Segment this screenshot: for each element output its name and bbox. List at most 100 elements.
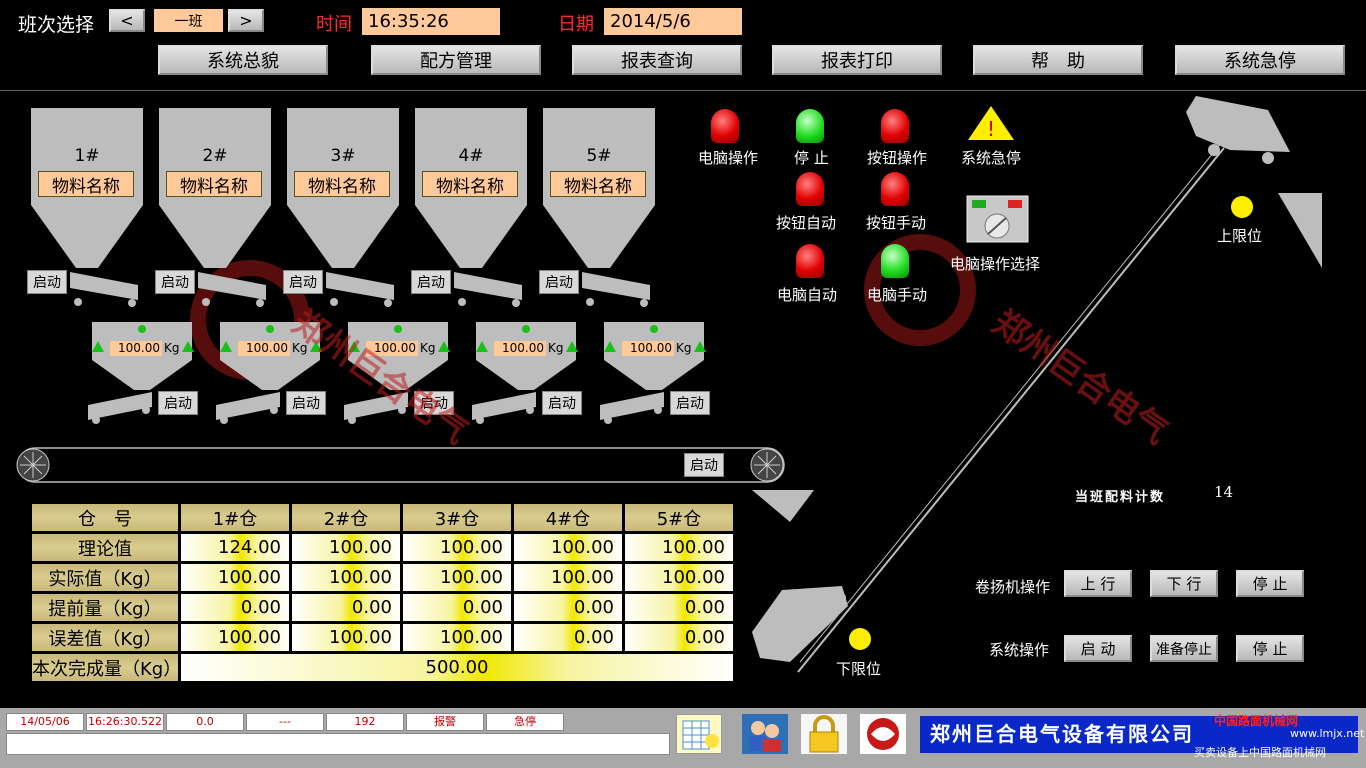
- feeder-3-start-button[interactable]: 启动: [283, 270, 323, 294]
- table-cell: 0.00: [625, 624, 733, 651]
- upper-limit-lamp: [1231, 196, 1253, 218]
- shift-count-value: 14: [1214, 483, 1234, 501]
- row-label: 误差值（Kg）: [32, 624, 178, 651]
- pc-auto-lamp: [796, 244, 824, 278]
- winch-stop-button[interactable]: 停 止: [1236, 570, 1304, 597]
- table-row: 提前量（Kg） 0.00 0.00 0.00 0.00 0.00: [32, 594, 733, 621]
- hopper-4-material[interactable]: 物料名称: [422, 171, 518, 197]
- btn-manual-label: 按钮手动: [866, 214, 927, 232]
- table-cell: 100.00: [181, 564, 289, 591]
- status-field: ---: [246, 713, 324, 731]
- table-cell: 0.00: [403, 594, 511, 621]
- hopper-4-number: 4#: [458, 146, 484, 166]
- table-header: 3#仓: [403, 504, 511, 531]
- status-alarm: 报警: [406, 713, 484, 731]
- status-date: 14/05/06: [6, 713, 84, 731]
- users-icon[interactable]: [742, 714, 788, 754]
- hopper-2-weight: 100.00: [238, 341, 290, 356]
- belt-start-button[interactable]: 启动: [684, 453, 724, 477]
- lower-limit-label: 下限位: [836, 660, 882, 678]
- feeder-2-start-button[interactable]: 启动: [155, 270, 195, 294]
- discharge-5-start-button[interactable]: 启动: [670, 391, 710, 415]
- alarm-list: [6, 733, 670, 755]
- total-label: 本次完成量（Kg）: [32, 654, 181, 681]
- hopper-3-unit: Kg: [420, 341, 436, 355]
- lock-icon[interactable]: [801, 714, 847, 754]
- table-header: 5#仓: [625, 504, 733, 531]
- lower-limit-lamp: [849, 628, 871, 650]
- row-label: 理论值: [32, 534, 178, 561]
- logo-icon[interactable]: [860, 714, 906, 754]
- svg-text:!: !: [987, 117, 995, 141]
- sysop-start-button[interactable]: 启 动: [1064, 635, 1132, 662]
- belt-conveyor: [16, 447, 785, 483]
- pc-op-lamp: [711, 109, 739, 143]
- hopper-1-material[interactable]: 物料名称: [38, 171, 134, 197]
- sysop-stop-button[interactable]: 停 止: [1236, 635, 1304, 662]
- winch-label: 卷扬机操作: [975, 578, 1051, 596]
- hopper-1-unit: Kg: [164, 341, 180, 355]
- table-header: 2#仓: [292, 504, 400, 531]
- hopper-1-number: 1#: [74, 146, 100, 166]
- footer-watermark-url: www.lmjx.net: [1290, 727, 1365, 740]
- hopper-2-number: 2#: [202, 146, 228, 166]
- table-cell: 100.00: [403, 624, 511, 651]
- table-total-row: 本次完成量（Kg） 500.00: [32, 654, 733, 681]
- estop-label: 系统急停: [961, 149, 1022, 167]
- table-cell: 100.00: [181, 624, 289, 651]
- btn-op-label: 按钮操作: [867, 149, 928, 167]
- hopper-2-material[interactable]: 物料名称: [166, 171, 262, 197]
- pc-op-label: 电脑操作: [698, 149, 759, 167]
- table-header: 1#仓: [181, 504, 289, 531]
- status-value: 0.0: [166, 713, 244, 731]
- warning-triangle-icon: !: [968, 106, 1014, 141]
- pc-op-select-switch[interactable]: [966, 195, 1029, 243]
- table-row: 误差值（Kg） 100.00 100.00 100.00 0.00 0.00: [32, 624, 733, 651]
- hopper-3-material[interactable]: 物料名称: [294, 171, 390, 197]
- batch-table: 仓 号 1#仓 2#仓 3#仓 4#仓 5#仓 理论值 124.00 100.0…: [29, 501, 736, 684]
- hopper-5-number: 5#: [586, 146, 612, 166]
- table-cell: 100.00: [625, 534, 733, 561]
- report-bulb-icon[interactable]: [676, 714, 722, 754]
- table-cell: 0.00: [514, 594, 622, 621]
- hopper-3-number: 3#: [330, 146, 356, 166]
- footer-watermark-site: 中国路面机械网: [1214, 714, 1299, 728]
- pc-manual-label: 电脑手动: [867, 286, 928, 304]
- sysop-label: 系统操作: [989, 641, 1050, 659]
- table-cell: 100.00: [514, 534, 622, 561]
- hopper-5-unit: Kg: [676, 341, 692, 355]
- feeder-5-start-button[interactable]: 启动: [539, 270, 579, 294]
- table-header: 仓 号: [32, 504, 178, 531]
- hopper-4-weight: 100.00: [494, 341, 546, 356]
- table-row: 实际值（Kg） 100.00 100.00 100.00 100.00 100.…: [32, 564, 733, 591]
- skip-car-top: [1186, 96, 1290, 164]
- hopper-5-material[interactable]: 物料名称: [550, 171, 646, 197]
- status-code: 192: [326, 713, 404, 731]
- pc-manual-lamp: [881, 244, 909, 278]
- total-value: 500.00: [181, 654, 733, 681]
- discharge-2-start-button[interactable]: 启动: [286, 391, 326, 415]
- top-discharge-chute: [1278, 193, 1322, 268]
- table-cell: 0.00: [514, 624, 622, 651]
- discharge-1-start-button[interactable]: 启动: [158, 391, 198, 415]
- row-label: 实际值（Kg）: [32, 564, 178, 591]
- hopper-5-weight: 100.00: [622, 341, 674, 356]
- table-cell: 0.00: [625, 594, 733, 621]
- hopper-4-unit: Kg: [548, 341, 564, 355]
- table-cell: 100.00: [625, 564, 733, 591]
- hopper-1-weight: 100.00: [110, 341, 162, 356]
- shift-count-label: 当班配料计数: [1075, 490, 1166, 505]
- table-cell: 0.00: [181, 594, 289, 621]
- winch-up-button[interactable]: 上 行: [1064, 570, 1132, 597]
- sysop-prepare-stop-button[interactable]: 准备停止: [1150, 635, 1218, 662]
- feeder-4-start-button[interactable]: 启动: [411, 270, 451, 294]
- discharge-4-start-button[interactable]: 启动: [542, 391, 582, 415]
- btn-manual-lamp: [881, 172, 909, 206]
- feeder-1-start-button[interactable]: 启动: [27, 270, 67, 294]
- winch-down-button[interactable]: 下 行: [1150, 570, 1218, 597]
- status-estop: 急停: [486, 713, 564, 731]
- footer-watermark-slogan: 买卖设备上中国路面机械网: [1194, 746, 1326, 759]
- table-row: 理论值 124.00 100.00 100.00 100.00 100.00: [32, 534, 733, 561]
- table-header: 4#仓: [514, 504, 622, 531]
- table-cell: 124.00: [181, 534, 289, 561]
